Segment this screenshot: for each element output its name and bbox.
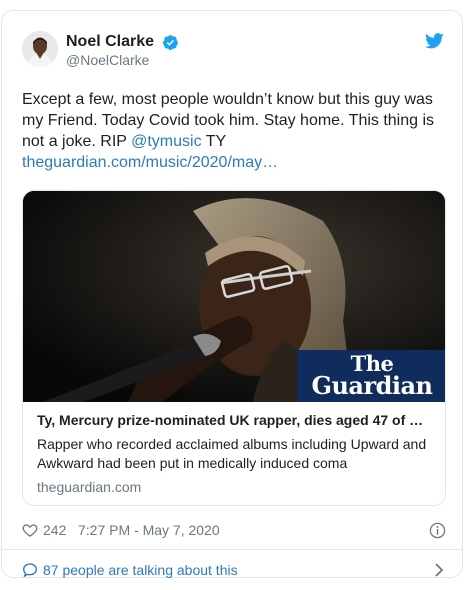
speech-bubble-icon	[22, 562, 38, 578]
heart-icon[interactable]	[22, 522, 38, 538]
tweet-text-body: Except a few, most people wouldn’t know …	[22, 91, 435, 150]
article-url-link[interactable]: theguardian.com/music/2020/may…	[22, 154, 278, 171]
tweet-card: Noel Clarke @NoelClarke Except a few, mo…	[1, 10, 463, 578]
conversation-footer[interactable]: 87 people are talking about this	[22, 550, 446, 590]
tweet-text-tail: TY	[201, 133, 227, 150]
info-icon[interactable]	[429, 522, 446, 539]
author-names: Noel Clarke @NoelClarke	[66, 33, 179, 69]
chevron-right-icon[interactable]	[434, 563, 444, 577]
verified-badge-icon	[162, 34, 179, 51]
guardian-logo: The Guardian	[297, 350, 445, 402]
tweet-meta: 242 7:27 PM - May 7, 2020	[22, 520, 446, 540]
like-count[interactable]: 242	[43, 522, 66, 538]
tweet-text: Except a few, most people wouldn’t know …	[22, 89, 447, 173]
author-handle[interactable]: @NoelClarke	[66, 51, 179, 69]
twitter-bird-icon[interactable]	[425, 33, 444, 49]
card-title[interactable]: Ty, Mercury prize-nominated UK rapper, d…	[37, 411, 433, 430]
mention-link[interactable]: @tymusic	[131, 133, 201, 150]
tweet-timestamp[interactable]: 7:27 PM - May 7, 2020	[78, 522, 220, 538]
link-preview-card[interactable]: The Guardian Ty, Mercury prize-nominated…	[22, 190, 446, 506]
author-display-name[interactable]: Noel Clarke	[66, 33, 154, 51]
guardian-logo-line2: Guardian	[311, 371, 433, 400]
card-body: Ty, Mercury prize-nominated UK rapper, d…	[37, 411, 433, 497]
tweet-header: Noel Clarke @NoelClarke	[22, 31, 446, 71]
people-talking-label[interactable]: 87 people are talking about this	[43, 562, 238, 578]
avatar[interactable]	[22, 31, 58, 67]
card-domain: theguardian.com	[37, 479, 142, 495]
article-image[interactable]: The Guardian	[23, 191, 445, 402]
card-description: Rapper who recorded acclaimed albums inc…	[37, 436, 427, 471]
